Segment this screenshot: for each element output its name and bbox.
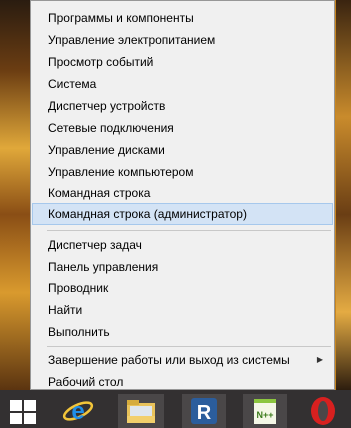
menu-item-power-options[interactable]: Управление электропитанием — [32, 29, 333, 51]
winx-context-menu: Программы и компоненты Управление электр… — [30, 0, 335, 390]
submenu-arrow-icon: ▶ — [316, 355, 323, 364]
menu-item-file-explorer[interactable]: Проводник — [32, 277, 333, 299]
desktop-wallpaper-left — [0, 0, 30, 390]
notepad-plus-plus-icon: N++ — [254, 399, 276, 424]
menu-item-system[interactable]: Система — [32, 73, 333, 95]
menu-item-task-manager[interactable]: Диспетчер задач — [32, 234, 333, 256]
file-explorer-button[interactable] — [118, 394, 164, 428]
menu-item-command-prompt[interactable]: Командная строка — [32, 182, 333, 204]
opera-icon[interactable] — [308, 396, 338, 426]
notepad-plus-plus-button[interactable]: N++ — [243, 394, 287, 428]
menu-item-network-connections[interactable]: Сетевые подключения — [32, 117, 333, 139]
menu-item-command-prompt-admin[interactable]: Командная строка (администратор) — [32, 203, 333, 225]
notepad-icon-text: N++ — [256, 410, 273, 420]
menu-separator — [47, 230, 331, 231]
svg-text:e: e — [71, 398, 84, 425]
menu-item-shutdown-signout[interactable]: Завершение работы или выход из системы ▶ — [32, 349, 333, 371]
menu-item-control-panel[interactable]: Панель управления — [32, 256, 333, 278]
desktop: Программы и компоненты Управление электр… — [0, 0, 351, 428]
menu-item-programs-features[interactable]: Программы и компоненты — [32, 7, 333, 29]
menu-item-device-manager[interactable]: Диспетчер устройств — [32, 95, 333, 117]
r-app-icon: R — [191, 398, 217, 424]
menu-item-shutdown-label: Завершение работы или выход из системы — [48, 353, 290, 367]
windows-start-icon[interactable] — [10, 400, 36, 424]
file-explorer-icon — [127, 400, 155, 423]
menu-item-computer-management[interactable]: Управление компьютером — [32, 161, 333, 183]
taskbar — [0, 390, 351, 428]
menu-item-disk-management[interactable]: Управление дисками — [32, 139, 333, 161]
internet-explorer-icon[interactable]: e — [62, 396, 94, 426]
r-app-button[interactable]: R — [182, 394, 226, 428]
desktop-wallpaper-right — [336, 0, 351, 390]
menu-item-run[interactable]: Выполнить — [32, 321, 333, 343]
menu-item-event-viewer[interactable]: Просмотр событий — [32, 51, 333, 73]
menu-item-search[interactable]: Найти — [32, 299, 333, 321]
svg-text:R: R — [197, 402, 212, 424]
menu-separator — [47, 346, 331, 347]
